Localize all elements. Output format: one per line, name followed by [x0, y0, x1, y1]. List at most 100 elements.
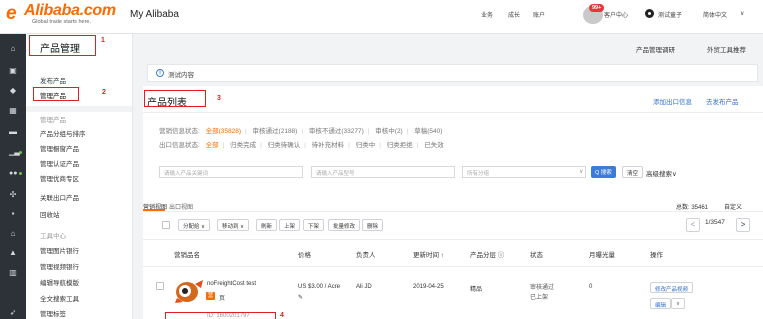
delete-button[interactable]: 删除 [362, 219, 384, 231]
link-trade-tools[interactable]: 外贸工具推荐 [707, 44, 746, 54]
nav-growth[interactable]: 成长 [508, 10, 520, 19]
chat-icon[interactable]: ▬ [9, 128, 17, 136]
logo-mark-icon: e [6, 3, 17, 24]
filter-separator: | [304, 142, 306, 149]
model-input[interactable]: 请输入产品型号 [311, 166, 455, 178]
col-exposure: 月曝光量 [589, 252, 615, 259]
menu-divider [26, 106, 132, 112]
refresh-button[interactable]: 刷新 [256, 219, 278, 231]
customize-link[interactable]: 自定义 [724, 202, 742, 211]
divider [143, 112, 763, 113]
link-product-survey[interactable]: 产品管理调研 [636, 44, 675, 54]
assign-to-dropdown[interactable]: 分配给 ∨ [178, 219, 211, 231]
prev-page-button[interactable]: < [686, 218, 700, 232]
filter-option-pending[interactable]: 审核中(2) [375, 128, 402, 135]
more-actions-dropdown[interactable]: ∨ [671, 298, 686, 309]
annotation-number-3: 3 [217, 95, 221, 102]
col-name: 营销品名 [174, 252, 200, 259]
product-icon[interactable]: ▣ [9, 67, 17, 75]
menu-item-publish-product[interactable]: 发布产品 [40, 75, 66, 85]
publish-product-link[interactable]: 去发布产品 [706, 96, 739, 106]
shield-icon[interactable]: ◆ [9, 87, 17, 95]
edit-video-button[interactable]: 修改产品视频 [650, 282, 694, 293]
annotation-box-2 [33, 87, 79, 101]
annotation-box-3 [144, 90, 206, 107]
tab-export-view[interactable]: 出口视图 [169, 202, 193, 211]
move-to-dropdown[interactable]: 移动到 ∨ [217, 219, 250, 231]
filter-option-approved[interactable]: 审核通过(2188) [253, 128, 298, 135]
filter-option-need-material[interactable]: 待补充材料 [312, 142, 345, 149]
status-review: 审核通过 [530, 285, 555, 291]
clear-button[interactable]: 清空 [622, 166, 644, 178]
user-avatar-icon[interactable] [645, 9, 654, 18]
advanced-search-link[interactable]: 高级搜索∨ [646, 168, 677, 178]
search-button[interactable]: Q 搜索 [591, 166, 616, 178]
col-tier: 产品分层 ⓘ [470, 252, 505, 259]
language-select[interactable]: 简体中文 [703, 10, 727, 19]
menu-item-showcase[interactable]: 管理橱窗产品 [40, 143, 79, 153]
chevron-down-icon[interactable]: ∨ [740, 10, 744, 17]
menu-item-tags[interactable]: 管理标签 [40, 308, 66, 318]
product-thumbnail[interactable] [173, 278, 205, 304]
nav-business[interactable]: 业务 [481, 10, 493, 19]
list-on-button[interactable]: 上架 [279, 219, 301, 231]
filter-option-draft[interactable]: 草稿(540) [414, 128, 442, 135]
menu-item-recycle-bin[interactable]: 回收站 [40, 209, 60, 219]
building-icon[interactable]: ▥ [9, 269, 17, 277]
filter-option-expired[interactable]: 已失效 [424, 142, 444, 149]
divider [143, 239, 763, 240]
filter-option-all[interactable]: 全部 [206, 142, 219, 149]
select-all-checkbox[interactable] [162, 221, 170, 229]
filter-option-refused[interactable]: 归类拒绝 [387, 142, 413, 149]
grid-icon[interactable]: ▦ [9, 107, 17, 115]
row-checkbox[interactable] [156, 282, 164, 290]
batch-edit-button[interactable]: 批量修改 [328, 219, 361, 231]
col-owner: 负责人 [356, 252, 376, 259]
menu-item-video-bank[interactable]: 管理视频银行 [40, 261, 79, 271]
next-page-button[interactable]: > [736, 218, 750, 232]
filter-option-rejected[interactable]: 审核不通过(33277) [309, 128, 364, 135]
annotation-number-2: 2 [102, 89, 106, 96]
menu-item-premium-zone[interactable]: 管理优商专区 [40, 173, 79, 183]
icon-sidebar: ⌂ ▣ ◆ ▦ ▬ ▁▃ ●● ✣ ▪ ⌂ ▲ ▥ ➶ [0, 34, 26, 319]
group-select[interactable]: 所有分组 [462, 166, 586, 178]
home-icon[interactable]: ⌂ [9, 45, 17, 53]
menu-item-nav-template[interactable]: 编辑导航模版 [40, 277, 79, 287]
trophy-icon[interactable]: ▪ [9, 210, 17, 218]
filter-option-all[interactable]: 全部(35828) [206, 128, 241, 135]
menu-item-export-link[interactable]: 关联出口产品 [40, 192, 79, 202]
product-owner: Ali JD [356, 284, 372, 290]
user-name[interactable]: 测试童子 [658, 10, 682, 19]
filter-option-classifying[interactable]: 归类中 [356, 142, 376, 149]
alibaba-logo[interactable]: e Alibaba.com Global trade starts here. [6, 2, 118, 30]
menu-item-fulltext-search[interactable]: 全文搜索工具 [40, 293, 79, 303]
nav-account[interactable]: 账户 [533, 10, 545, 19]
menu-item-image-bank[interactable]: 管理图片银行 [40, 245, 79, 255]
nav-customer-center[interactable]: 客户中心 [604, 10, 628, 19]
edit-price-icon[interactable]: ✎ [298, 294, 303, 301]
product-name-link[interactable]: noFreightCost test [207, 281, 256, 287]
bag-icon[interactable]: ▲ [9, 249, 17, 257]
filter-separator: | [245, 128, 247, 135]
menu-item-group-sort[interactable]: 产品分组与排序 [40, 128, 86, 138]
store-icon[interactable]: ⌂ [9, 230, 17, 238]
chevron-down-icon[interactable]: ∨ [579, 168, 583, 175]
product-tier: 精品 [470, 287, 483, 293]
chart-icon[interactable]: ▁▃ [9, 149, 20, 157]
filter-option-to-confirm[interactable]: 归类待确认 [268, 142, 301, 149]
filter-separator: | [348, 142, 350, 149]
list-off-button[interactable]: 下架 [303, 219, 325, 231]
add-export-info-link[interactable]: 添加出口信息 [653, 96, 692, 106]
edit-button[interactable]: 编辑 [650, 298, 672, 309]
filter-option-classified[interactable]: 归类完成 [230, 142, 256, 149]
product-price: US $3.00 / Acre [298, 284, 341, 290]
people-icon[interactable]: ●● [9, 170, 17, 178]
settings-icon[interactable]: ✣ [9, 191, 17, 199]
app-title: My Alibaba [130, 9, 179, 20]
annotation-number-1: 1 [101, 37, 105, 44]
export-status-filter: 出口信息状态: 全部 | 归类完成 | 归类待确认 | 待补充材料 | 归类中 | 归类拒… [159, 139, 448, 149]
menu-item-certified[interactable]: 管理认证产品 [40, 158, 79, 168]
col-updated[interactable]: 更新时间 ↑ [413, 249, 444, 259]
send-icon[interactable]: ➶ [9, 309, 17, 317]
keyword-input[interactable]: 请输入产品关键词 [159, 166, 303, 178]
